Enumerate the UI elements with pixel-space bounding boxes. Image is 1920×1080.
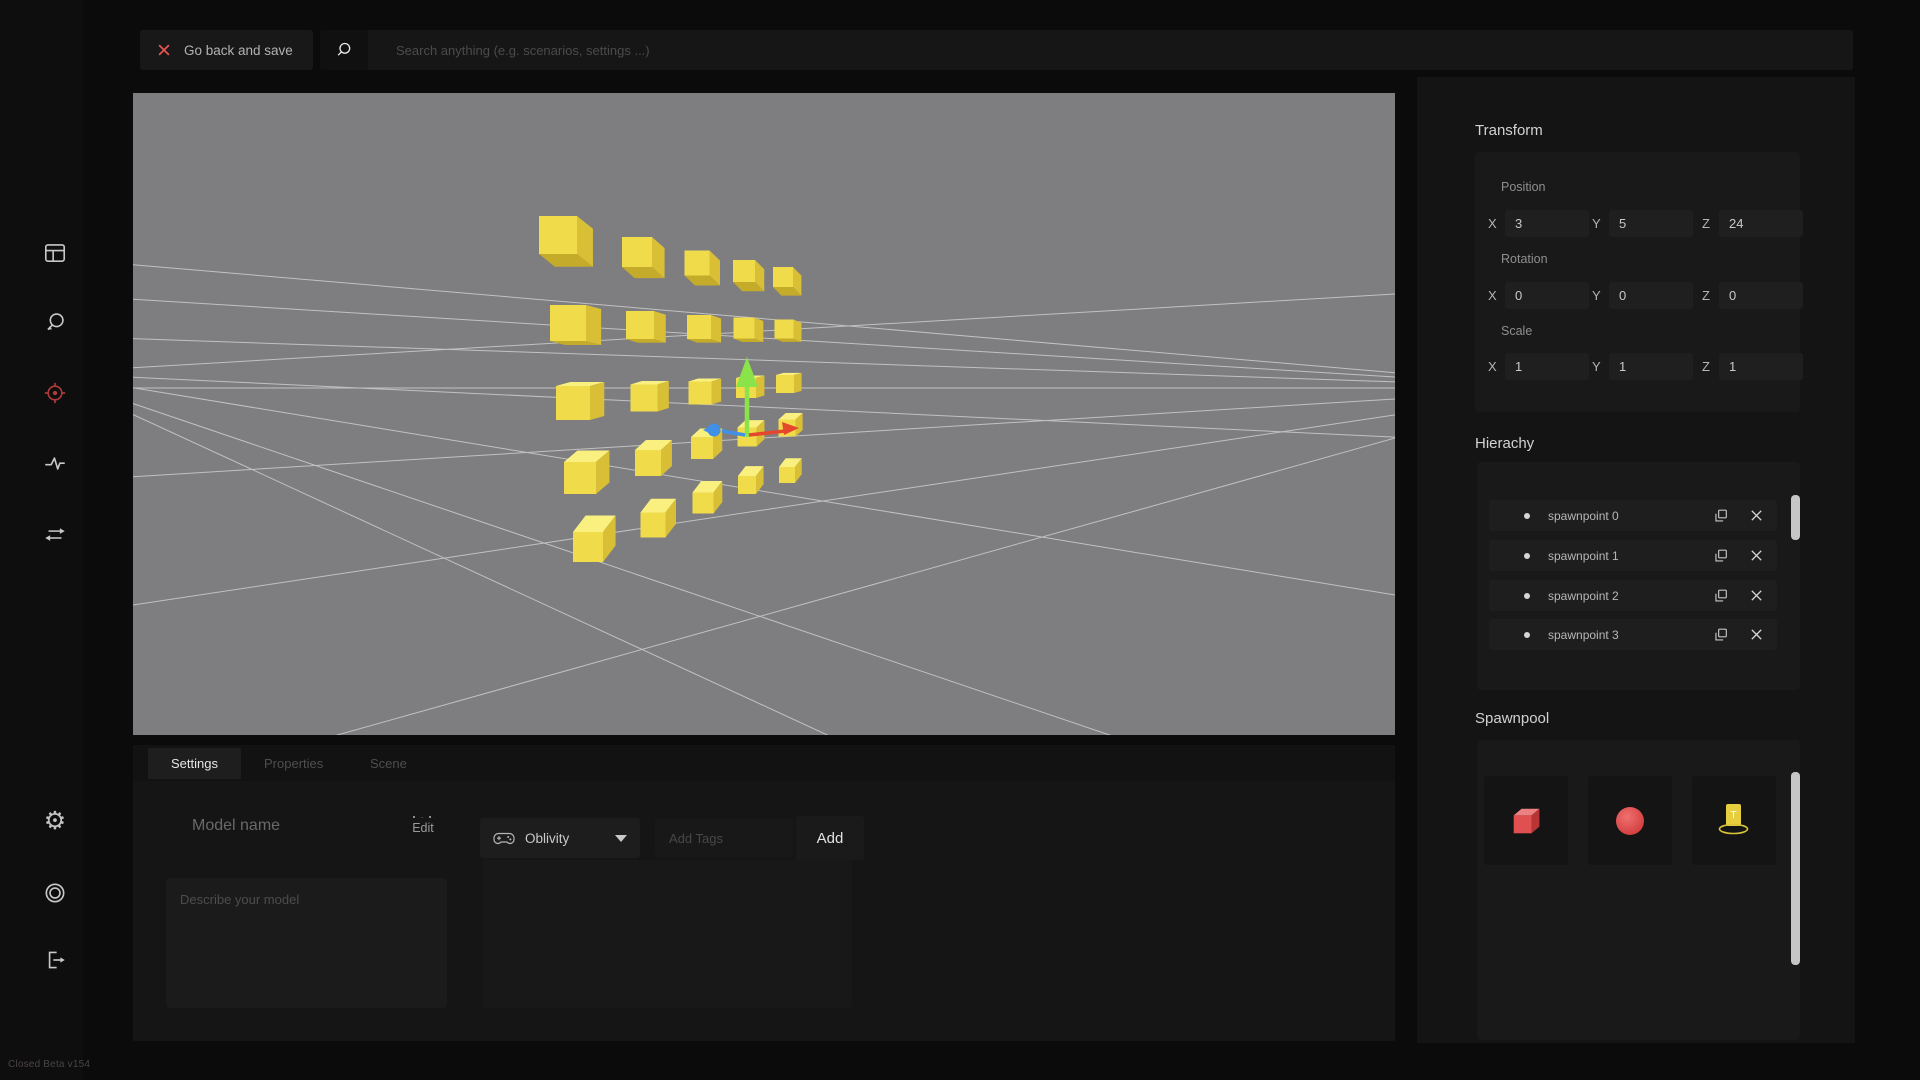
gamepad-icon xyxy=(493,831,515,846)
game-select-value: Oblivity xyxy=(525,831,569,846)
hierarchy-item[interactable]: spawnpoint 1 xyxy=(1489,540,1777,571)
axis-z-label: Z xyxy=(1702,288,1710,303)
scale-label: Scale xyxy=(1501,324,1532,338)
add-tag-button[interactable]: Add xyxy=(796,816,864,860)
bullet-icon xyxy=(1524,593,1530,599)
tab-row: Settings Properties Scene xyxy=(133,745,1395,781)
bullet-icon xyxy=(1524,632,1530,638)
delete-icon[interactable] xyxy=(1745,505,1767,527)
search-icon xyxy=(334,40,354,60)
transform-title: Transform xyxy=(1475,122,1543,139)
record-icon[interactable] xyxy=(37,875,73,911)
bullet-icon xyxy=(1524,553,1530,559)
red-x-icon xyxy=(156,42,172,58)
model-settings-panel: Settings Properties Scene Model name Edi… xyxy=(133,745,1395,1041)
spawnpool-tile-red-cube[interactable] xyxy=(1484,776,1568,865)
position-z-input[interactable] xyxy=(1719,210,1803,237)
position-label: Position xyxy=(1501,180,1545,194)
axis-x-label: X xyxy=(1488,288,1497,303)
scene-canvas xyxy=(133,93,1395,735)
spawn-tee-icon: T xyxy=(1712,801,1756,841)
viewport-3d[interactable] xyxy=(133,93,1395,735)
spawnpool-section: T xyxy=(1477,740,1800,1040)
duplicate-icon[interactable] xyxy=(1709,624,1731,646)
version-label: Closed Beta v154 xyxy=(8,1059,90,1070)
spawnpool-title: Spawnpool xyxy=(1475,710,1549,727)
duplicate-icon[interactable] xyxy=(1709,545,1731,567)
chevron-down-icon xyxy=(615,835,627,842)
settings-gear-icon[interactable]: ⚙ xyxy=(37,803,73,839)
position-row: X Y Z xyxy=(1475,210,1800,237)
position-x-input[interactable] xyxy=(1505,210,1589,237)
hierarchy-section: spawnpoint 0 spawnpoint 1 spawnpoint 2 s… xyxy=(1477,462,1800,690)
scale-row: X Y Z xyxy=(1475,353,1800,380)
tab-scene[interactable]: Scene xyxy=(347,748,430,779)
edit-label: Edit xyxy=(395,821,451,835)
go-back-save-button[interactable]: Go back and save xyxy=(140,30,313,70)
layout-icon[interactable] xyxy=(37,235,73,271)
scale-y-input[interactable] xyxy=(1609,353,1693,380)
spawnpool-tile-red-sphere[interactable] xyxy=(1588,776,1672,865)
delete-icon[interactable] xyxy=(1745,545,1767,567)
orbit-search-icon[interactable] xyxy=(37,305,73,341)
position-y-input[interactable] xyxy=(1609,210,1693,237)
axis-z-label: Z xyxy=(1702,359,1710,374)
clipped-label-artifact xyxy=(410,811,436,818)
rotation-x-input[interactable] xyxy=(1505,282,1589,309)
game-select-dropdown[interactable]: Oblivity xyxy=(480,818,640,858)
axis-y-label: Y xyxy=(1592,359,1601,374)
delete-icon[interactable] xyxy=(1745,585,1767,607)
pulse-icon[interactable] xyxy=(37,445,73,481)
hierarchy-item[interactable]: spawnpoint 2 xyxy=(1489,580,1777,611)
search-input[interactable] xyxy=(368,30,1853,70)
inspector-panel: Transform Position X Y Z Rotation X Y Z … xyxy=(1417,77,1855,1043)
red-cube-icon xyxy=(1506,802,1546,840)
axis-y-label: Y xyxy=(1592,288,1601,303)
axis-x-label: X xyxy=(1488,216,1497,231)
scale-x-input[interactable] xyxy=(1505,353,1589,380)
perspective-grid xyxy=(133,263,1395,735)
hierarchy-item[interactable]: spawnpoint 3 xyxy=(1489,619,1777,650)
rotation-y-input[interactable] xyxy=(1609,282,1693,309)
scale-z-input[interactable] xyxy=(1719,353,1803,380)
search-icon-box[interactable] xyxy=(320,30,368,70)
rotation-row: X Y Z xyxy=(1475,282,1800,309)
logout-icon[interactable] xyxy=(37,942,73,978)
spawnpool-tile-spawn-tee[interactable]: T xyxy=(1692,776,1776,865)
delete-icon[interactable] xyxy=(1745,624,1767,646)
rotation-z-input[interactable] xyxy=(1719,282,1803,309)
tab-settings[interactable]: Settings xyxy=(148,748,241,779)
duplicate-icon[interactable] xyxy=(1709,505,1731,527)
hierarchy-scrollbar[interactable] xyxy=(1791,495,1800,540)
transform-section: Position X Y Z Rotation X Y Z Scale X Y … xyxy=(1475,152,1800,412)
rotation-label: Rotation xyxy=(1501,252,1548,266)
axis-x-label: X xyxy=(1488,359,1497,374)
back-button-label: Go back and save xyxy=(184,43,293,58)
hierarchy-title: Hierachy xyxy=(1475,435,1534,452)
red-sphere-icon xyxy=(1612,803,1648,839)
spawnpool-scrollbar[interactable] xyxy=(1791,772,1800,965)
topbar: Go back and save xyxy=(83,0,1920,77)
tab-properties[interactable]: Properties xyxy=(241,748,346,779)
model-name-label: Model name xyxy=(192,817,280,835)
axis-z-label: Z xyxy=(1702,216,1710,231)
hierarchy-item[interactable]: spawnpoint 0 xyxy=(1489,500,1777,531)
bullet-icon xyxy=(1524,513,1530,519)
tags-panel xyxy=(482,860,852,1008)
duplicate-icon[interactable] xyxy=(1709,585,1731,607)
model-description-textarea[interactable] xyxy=(166,878,447,1008)
axis-y-label: Y xyxy=(1592,216,1601,231)
add-tags-input[interactable] xyxy=(655,818,793,858)
sidebar: ⚙ Closed Beta v154 xyxy=(0,0,83,1080)
edit-button[interactable]: Edit xyxy=(395,811,451,835)
target-icon[interactable] xyxy=(37,375,73,411)
svg-text:T: T xyxy=(1730,810,1736,821)
transfer-arrows-icon[interactable] xyxy=(37,516,73,552)
